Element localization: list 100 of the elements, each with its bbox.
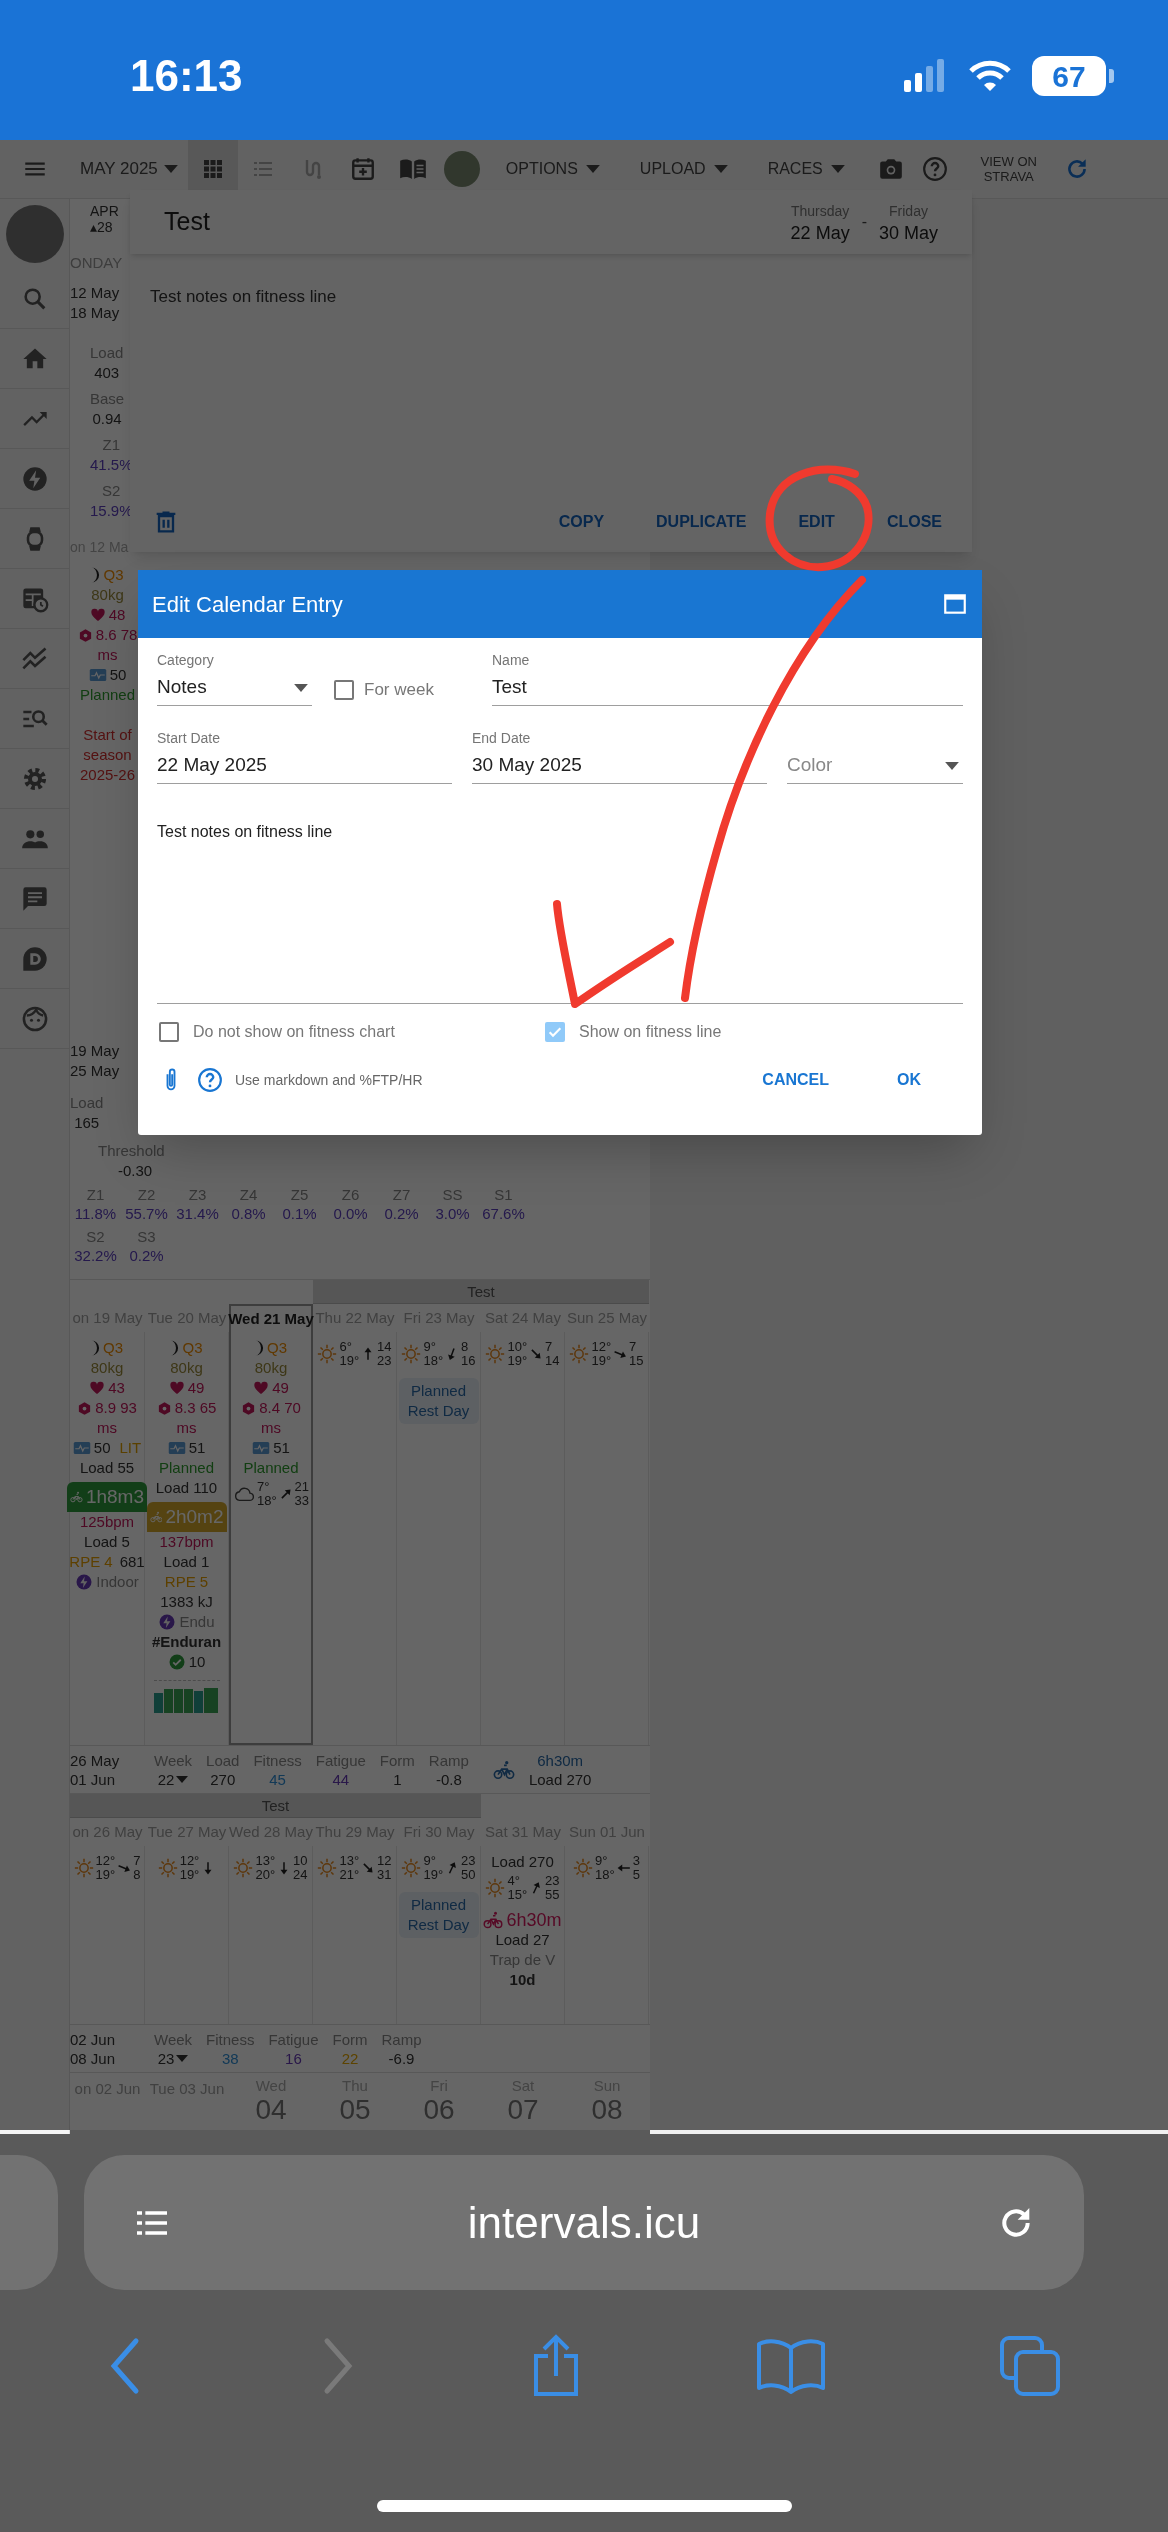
maximize-icon: [942, 591, 968, 617]
input-field[interactable]: 22 May 2025: [157, 748, 452, 784]
temperature-low: 9°: [423, 1854, 437, 1868]
season-note: Start of season 2025-26: [79, 726, 136, 783]
wifi-icon: [968, 59, 1012, 93]
temperature-low: 13°: [339, 1854, 360, 1868]
week-start: 26 May: [70, 1750, 120, 1770]
sun-icon: [317, 1344, 338, 1364]
dialog-title: Edit Calendar Entry: [152, 590, 343, 619]
wind-gust: 50: [461, 1868, 476, 1882]
strava-link[interactable]: VIEW ON STRAVA: [968, 154, 1049, 184]
form-value: 50: [93, 1438, 111, 1458]
dialog-button[interactable]: EDIT: [784, 502, 849, 542]
dialog-button[interactable]: CLOSE: [872, 502, 956, 542]
temperature-low: 12°: [95, 1854, 116, 1868]
stat-value: 1: [393, 1769, 402, 1789]
week-end: 18 May: [70, 303, 120, 323]
sun-icon: [233, 1858, 254, 1878]
lightning-icon: [158, 1613, 177, 1631]
dialog-button[interactable]: COPY: [544, 502, 619, 542]
month-label: APR: [90, 203, 120, 219]
moon-icon: [91, 1340, 100, 1356]
stat-value: 45: [269, 1769, 286, 1789]
address-bar[interactable]: intervals.icu: [84, 2155, 1084, 2290]
hrv-value: 8.3 65: [174, 1398, 217, 1418]
dialog-title: Test: [164, 206, 210, 238]
rest-day-label: Planned Rest Day: [407, 1896, 470, 1933]
workout-header[interactable]: 1h8m3: [67, 1482, 147, 1512]
lightning-icon: [20, 464, 49, 493]
month-selector[interactable]: MAY 2025: [70, 156, 188, 182]
zone-value: 31.4%: [176, 1204, 219, 1223]
hexagon-icon: [77, 1400, 93, 1416]
week-end: 01 Jun: [70, 1769, 116, 1789]
dialog-button[interactable]: OK: [885, 1062, 933, 1098]
tabs-button[interactable]: [998, 2334, 1063, 2398]
heart-rate: 125bpm: [79, 1512, 135, 1532]
caret-icon: [176, 1775, 189, 1783]
week-number-dropdown[interactable]: 23: [157, 2048, 189, 2068]
stat-value: 270: [210, 1769, 236, 1789]
body-weight: 80kg: [90, 1358, 124, 1378]
stat-value: -0.8: [435, 1769, 462, 1789]
toolbar-menu[interactable]: UPLOAD: [619, 157, 748, 181]
stat-value: 44: [332, 1769, 350, 1789]
avatar[interactable]: [443, 151, 480, 187]
sun-icon: [569, 1344, 590, 1364]
bookmarks-button[interactable]: [755, 2338, 828, 2394]
temperature-low: 12°: [179, 1854, 200, 1868]
help-button[interactable]: [197, 1067, 223, 1093]
checkbox-label: Show on fitness line: [579, 1022, 722, 1042]
total-duration: 6h30m: [537, 1750, 584, 1770]
wind-speed: 12: [377, 1854, 392, 1868]
camera-icon: [877, 156, 904, 182]
load-value: Load 55: [79, 1458, 135, 1478]
temperature-high: 19°: [507, 1354, 528, 1368]
notes-field[interactable]: Test notes on fitness line: [157, 808, 963, 1004]
wind-speed: 7: [545, 1340, 554, 1354]
toolbar-menu[interactable]: RACES: [747, 157, 865, 181]
form-value: 51: [188, 1438, 206, 1458]
wind-speed: 21: [294, 1480, 310, 1494]
moon-phase: Q3: [267, 1338, 287, 1358]
toolbar-menu[interactable]: OPTIONS: [485, 157, 620, 181]
select-field[interactable]: Color: [787, 748, 963, 784]
temperature-high: 19°: [591, 1354, 612, 1368]
zone-value: 0.0%: [333, 1204, 368, 1223]
pulse-icon: [72, 1439, 91, 1457]
input-field[interactable]: Test: [492, 670, 963, 706]
dialog-button[interactable]: CANCEL: [750, 1062, 841, 1098]
hrv-unit: ms: [97, 1418, 117, 1438]
tabs-icon: [998, 2334, 1063, 2398]
body-weight: 80kg: [91, 585, 124, 605]
zone-value: 0.8%: [231, 1204, 266, 1223]
checkbox[interactable]: [334, 680, 354, 700]
tab-preview[interactable]: [0, 2155, 58, 2290]
checkbox[interactable]: [159, 1022, 179, 1042]
zone-value: 67.6%: [482, 1204, 525, 1223]
form-value: 50: [109, 665, 127, 685]
heart-rate: 137bpm: [159, 1532, 214, 1552]
temperature-low: 9°: [595, 1854, 609, 1868]
lightning-icon: [75, 1573, 94, 1591]
caret-icon: [176, 2054, 189, 2062]
day-header: Wed 21 May: [229, 1304, 313, 1332]
resting-heart-rate: 49: [272, 1378, 289, 1398]
battery-level: 67: [1052, 58, 1086, 95]
hexagon-icon: [77, 627, 93, 643]
dialog-button[interactable]: DUPLICATE: [642, 502, 761, 542]
calendar-plus-icon: [349, 156, 376, 182]
temperature-low: 13°: [255, 1854, 276, 1868]
week-number-dropdown[interactable]: 22: [157, 1769, 189, 1789]
maximize-button[interactable]: [942, 591, 968, 617]
temperature-low: 7°: [256, 1480, 271, 1494]
wind-gust: 16: [461, 1354, 476, 1368]
energy-value: 681: [119, 1552, 145, 1572]
field-label: End Date: [472, 729, 532, 748]
select-field[interactable]: Notes: [157, 670, 312, 706]
load-value: Load 5: [84, 1532, 130, 1552]
caret-icon: [945, 761, 959, 770]
workout-header[interactable]: 2h0m2: [146, 1502, 227, 1532]
hrv-unit: ms: [176, 1418, 197, 1438]
input-field[interactable]: 30 May 2025: [472, 748, 767, 784]
checkbox[interactable]: [545, 1022, 565, 1042]
